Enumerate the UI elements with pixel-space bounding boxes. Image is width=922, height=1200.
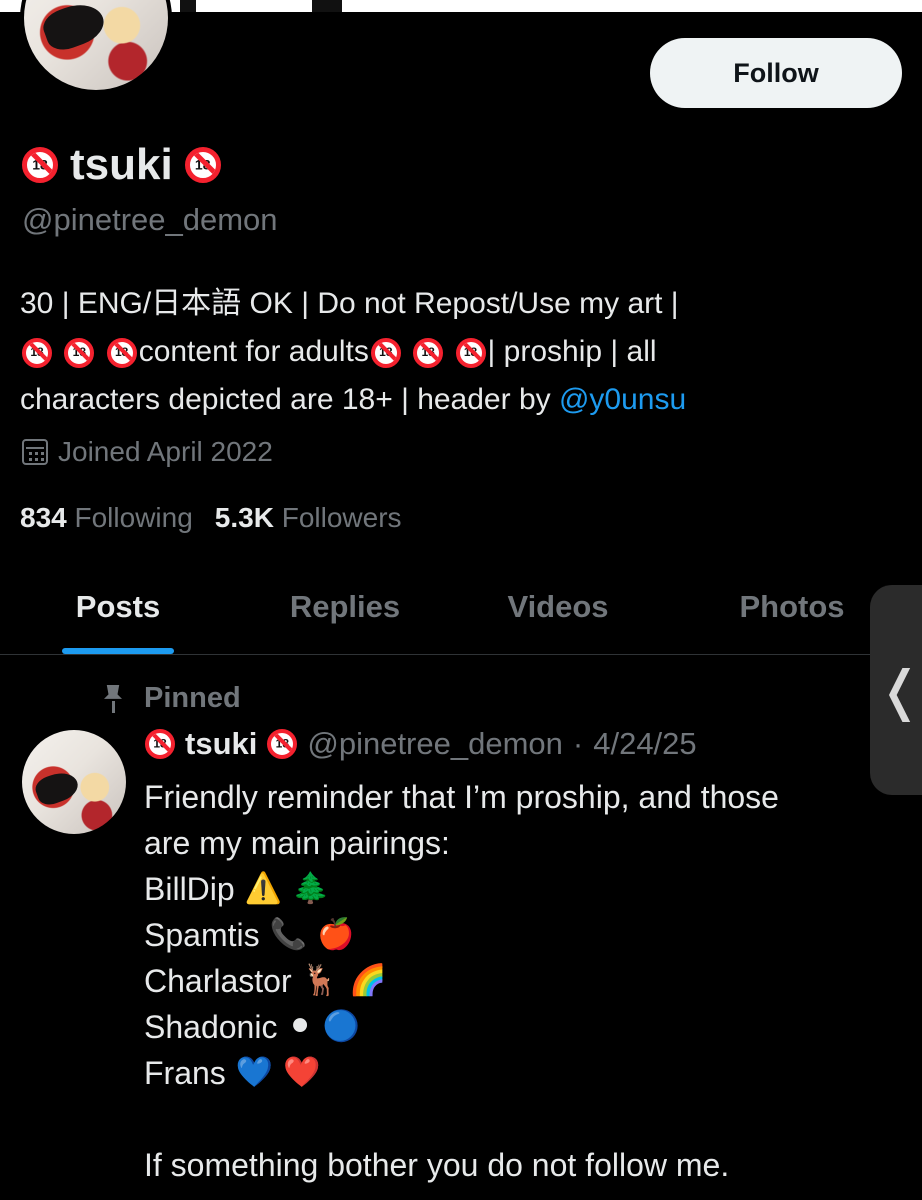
pairing-line: Charlastor 🦌 🌈 bbox=[144, 958, 884, 1004]
post-header: tsuki @pinetree_demon · 4/24/25 bbox=[145, 726, 697, 762]
follow-button[interactable]: Follow bbox=[650, 38, 902, 108]
pairing-line: Frans 💙 ❤️ bbox=[144, 1050, 884, 1096]
pairing-line: Spamtis 📞 🍎 bbox=[144, 912, 884, 958]
tab-photos[interactable]: Photos bbox=[712, 560, 872, 654]
no-one-under-18-icon bbox=[64, 338, 95, 369]
rainbow-icon: 🌈 bbox=[348, 963, 387, 998]
tab-posts[interactable]: Posts bbox=[40, 560, 196, 654]
following-link[interactable]: 834 Following bbox=[20, 502, 193, 534]
bio-line-1: 30 | ENG/日本語 OK | Do not Repost/Use my a… bbox=[20, 287, 679, 320]
pairing-name: BillDip bbox=[144, 871, 235, 907]
blue-heart-icon: 💙 bbox=[235, 1055, 274, 1090]
red-apple-icon: 🍎 bbox=[316, 917, 355, 952]
active-tab-indicator bbox=[62, 648, 174, 654]
pairing-name: Spamtis bbox=[144, 917, 260, 953]
no-one-under-18-icon bbox=[267, 729, 298, 759]
profile-bio: 30 | ENG/日本語 OK | Do not Repost/Use my a… bbox=[20, 280, 880, 424]
header-credit-link[interactable]: @y0unsu bbox=[559, 383, 686, 416]
tab-videos[interactable]: Videos bbox=[478, 560, 638, 654]
no-one-under-18-icon bbox=[455, 338, 486, 369]
no-one-under-18-icon bbox=[22, 147, 58, 183]
blue-circle-icon: 🔵 bbox=[322, 1009, 360, 1044]
pinned-label: Pinned bbox=[144, 682, 241, 714]
bio-text: characters depicted are 18+ | header by bbox=[20, 383, 559, 416]
post-author-name[interactable]: tsuki bbox=[185, 726, 257, 762]
telephone-receiver-icon: 📞 bbox=[269, 917, 307, 952]
red-heart-icon: ❤️ bbox=[283, 1055, 321, 1090]
profile-handle: @pinetree_demon bbox=[22, 202, 278, 237]
deer-icon: 🦌 bbox=[301, 963, 339, 998]
bio-line-2: content for adults | proship | all bbox=[20, 328, 880, 376]
followers-count: 5.3K bbox=[214, 502, 274, 533]
bio-text: content for adults bbox=[138, 335, 369, 368]
no-one-under-18-icon bbox=[370, 338, 401, 369]
avatar-image bbox=[24, 0, 168, 90]
pin-icon bbox=[100, 683, 126, 715]
header-art-fragment bbox=[180, 0, 196, 12]
following-count: 834 bbox=[20, 502, 67, 533]
joined-text: Joined April 2022 bbox=[58, 436, 273, 467]
pairing-name: Charlastor bbox=[144, 963, 292, 999]
followers-label: Followers bbox=[281, 502, 402, 533]
post-text[interactable]: Friendly reminder that I’m proship, and … bbox=[144, 774, 884, 1188]
tab-replies[interactable]: Replies bbox=[260, 560, 430, 654]
following-label: Following bbox=[74, 502, 193, 533]
no-one-under-18-icon bbox=[106, 338, 137, 369]
pairing-name: Frans bbox=[144, 1055, 226, 1091]
profile-tabs: Posts Replies Videos Photos bbox=[0, 560, 922, 655]
post-line: If something bother you do not follow me… bbox=[144, 1147, 730, 1183]
profile-display-name: tsuki bbox=[22, 140, 221, 190]
calendar-icon bbox=[22, 439, 48, 465]
no-one-under-18-icon bbox=[184, 147, 221, 183]
joined-date: Joined April 2022 bbox=[22, 436, 273, 468]
post-line: Friendly reminder that I’m proship, and … bbox=[144, 779, 779, 815]
post-author-handle[interactable]: @pinetree_demon bbox=[307, 726, 563, 762]
bio-line-3: characters depicted are 18+ | header by … bbox=[20, 376, 880, 424]
post-date[interactable]: 4/24/25 bbox=[593, 726, 696, 762]
followers-link[interactable]: 5.3K Followers bbox=[215, 502, 402, 534]
no-one-under-18-icon bbox=[413, 338, 444, 369]
post-line: are my main pairings: bbox=[144, 825, 450, 861]
post-author-avatar[interactable] bbox=[22, 730, 126, 834]
follow-stats: 834 Following 5.3K Followers bbox=[20, 502, 402, 534]
warning-icon: ⚠️ bbox=[244, 871, 283, 906]
pairing-line: Shadonic ⚫ 🔵 bbox=[144, 1004, 884, 1050]
pinned-indicator: Pinned bbox=[100, 682, 241, 715]
header-art-fragment bbox=[312, 0, 342, 12]
black-circle-icon: ⚫ bbox=[287, 1009, 313, 1044]
display-name-text: tsuki bbox=[70, 140, 173, 189]
profile-avatar[interactable] bbox=[20, 0, 172, 94]
pine-tree-icon: 🌲 bbox=[292, 871, 330, 906]
side-panel-handle[interactable]: ❬ bbox=[870, 585, 922, 795]
meta-separator: · bbox=[572, 726, 584, 761]
no-one-under-18-icon bbox=[145, 729, 175, 759]
chevron-left-icon: ❬ bbox=[877, 660, 922, 721]
pairing-line: BillDip ⚠️ 🌲 bbox=[144, 866, 884, 912]
bio-text: | proship | all bbox=[487, 335, 657, 368]
no-one-under-18-icon bbox=[22, 338, 52, 369]
pairing-name: Shadonic bbox=[144, 1009, 278, 1045]
